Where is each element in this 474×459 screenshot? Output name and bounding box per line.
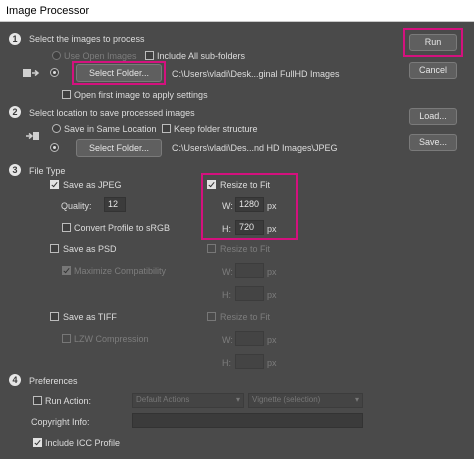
save-as-jpeg-label: Save as JPEG: [63, 180, 122, 190]
save-as-psd-label: Save as PSD: [63, 244, 117, 254]
copyright-input[interactable]: [132, 413, 363, 428]
run-button[interactable]: Run: [409, 34, 457, 51]
include-subfolders-label: Include All sub-folders: [157, 51, 246, 61]
section-4-title: Preferences: [29, 376, 78, 386]
run-action-checkbox[interactable]: [33, 396, 42, 405]
chevron-down-icon: ▾: [354, 395, 359, 404]
section-4-number: 4: [9, 374, 21, 386]
section-1-number: 1: [9, 33, 21, 45]
tiff-width-input[interactable]: [235, 331, 264, 346]
include-icc-checkbox[interactable]: [33, 438, 42, 447]
psd-height-label: H:: [222, 290, 231, 300]
quality-input[interactable]: 12: [104, 197, 126, 212]
action-name-value: Vignette (selection): [252, 395, 321, 404]
select-folder-radio[interactable]: [50, 68, 59, 77]
include-subfolders-checkbox[interactable]: [145, 51, 154, 60]
convert-profile-label: Convert Profile to sRGB: [74, 223, 171, 233]
psd-width-unit: px: [267, 267, 277, 277]
chevron-down-icon: ▾: [235, 395, 240, 404]
tiff-height-input[interactable]: [235, 354, 264, 369]
tiff-height-unit: px: [267, 358, 277, 368]
output-folder-icon: [26, 132, 39, 140]
keep-folder-structure-checkbox[interactable]: [162, 124, 171, 133]
cancel-button[interactable]: Cancel: [409, 62, 457, 79]
jpeg-height-input[interactable]: 720: [235, 220, 264, 235]
psd-width-label: W:: [222, 267, 233, 277]
psd-height-input[interactable]: [235, 286, 264, 301]
jpeg-height-label: H:: [222, 224, 231, 234]
window-title: Image Processor: [0, 0, 474, 22]
action-set-select[interactable]: Default Actions ▾: [132, 393, 244, 408]
maximize-compatibility-label: Maximize Compatibility: [74, 266, 167, 276]
psd-width-input[interactable]: [235, 263, 264, 278]
select-source-folder-button[interactable]: Select Folder...: [76, 64, 162, 82]
destination-folder-path: C:\Users\vladi\Des...nd HD Images\JPEG: [172, 143, 338, 153]
source-folder-path: C:\Users\vladi\Desk...ginal FullHD Image…: [172, 69, 340, 79]
jpeg-resize-label: Resize to Fit: [220, 180, 271, 190]
section-2-number: 2: [9, 106, 21, 118]
save-as-psd-checkbox[interactable]: [50, 244, 59, 253]
quality-label: Quality:: [61, 201, 92, 211]
section-3-number: 3: [9, 164, 21, 176]
dialog-panel: 1 Select the images to process Use Open …: [0, 22, 474, 459]
keep-folder-structure-label: Keep folder structure: [174, 124, 258, 134]
tiff-resize-label: Resize to Fit: [220, 312, 271, 322]
save-as-tiff-label: Save as TIFF: [63, 312, 117, 322]
select-destination-folder-button[interactable]: Select Folder...: [76, 139, 162, 157]
psd-resize-label: Resize to Fit: [220, 244, 271, 254]
action-set-value: Default Actions: [136, 395, 190, 404]
save-same-location-radio[interactable]: [52, 124, 61, 133]
lzw-compression-checkbox[interactable]: [62, 334, 71, 343]
action-name-select[interactable]: Vignette (selection) ▾: [248, 393, 363, 408]
jpeg-width-unit: px: [267, 201, 277, 211]
jpeg-height-unit: px: [267, 224, 277, 234]
image-to-folder-icon: [23, 69, 40, 77]
jpeg-width-label: W:: [222, 201, 233, 211]
run-action-label: Run Action:: [45, 396, 92, 406]
section-1-title: Select the images to process: [29, 34, 145, 44]
save-same-location-label: Save in Same Location: [64, 124, 157, 134]
open-first-image-checkbox[interactable]: [62, 90, 71, 99]
tiff-height-label: H:: [222, 358, 231, 368]
lzw-compression-label: LZW Compression: [74, 334, 149, 344]
save-as-tiff-checkbox[interactable]: [50, 312, 59, 321]
use-open-images-label: Use Open Images: [64, 51, 137, 61]
jpeg-resize-checkbox[interactable]: [207, 180, 216, 189]
section-2-title: Select location to save processed images: [29, 108, 195, 118]
select-destination-radio[interactable]: [50, 143, 59, 152]
include-icc-label: Include ICC Profile: [45, 438, 121, 448]
psd-resize-checkbox[interactable]: [207, 244, 216, 253]
convert-profile-checkbox[interactable]: [62, 223, 71, 232]
save-settings-button[interactable]: Save...: [409, 134, 457, 151]
copyright-label: Copyright Info:: [31, 417, 90, 427]
tiff-width-label: W:: [222, 335, 233, 345]
jpeg-width-input[interactable]: 1280: [235, 197, 264, 212]
open-first-image-label: Open first image to apply settings: [74, 90, 208, 100]
tiff-resize-checkbox[interactable]: [207, 312, 216, 321]
load-button[interactable]: Load...: [409, 108, 457, 125]
save-as-jpeg-checkbox[interactable]: [50, 180, 59, 189]
maximize-compatibility-checkbox[interactable]: [62, 266, 71, 275]
use-open-images-radio[interactable]: [52, 51, 61, 60]
psd-height-unit: px: [267, 290, 277, 300]
section-3-title: File Type: [29, 166, 66, 176]
tiff-width-unit: px: [267, 335, 277, 345]
